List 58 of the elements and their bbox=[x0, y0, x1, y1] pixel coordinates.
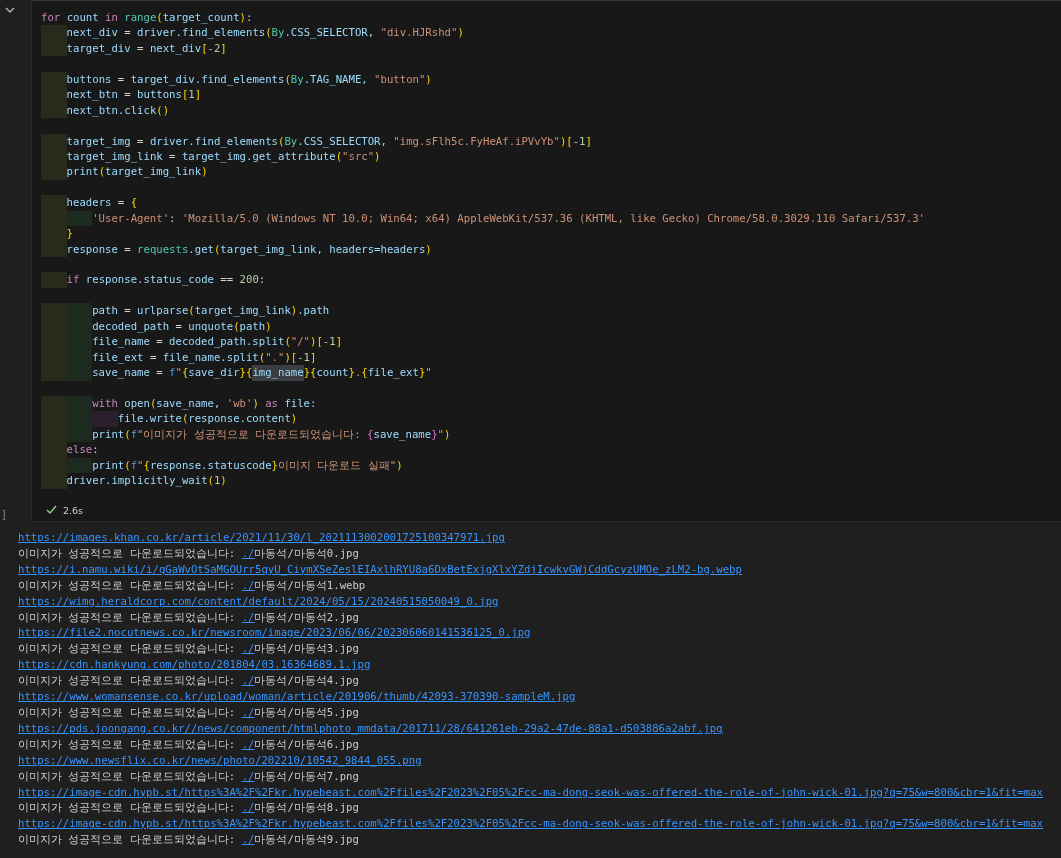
code-line: response = requests.get(target_img_link, headers=headers) bbox=[41, 241, 1061, 257]
output-link[interactable]: https://pds.joongang.co.kr//news/component/htmlphoto_mmdata/201711/28/641261eb-29a2-47de-88a1-d503886a2abf.jpg bbox=[18, 721, 723, 735]
output-link[interactable]: https://images.khan.co.kr/article/2021/11/30/l_2021113002001725100347971.jpg bbox=[18, 531, 505, 544]
code-line: } bbox=[41, 226, 1061, 242]
output-message: 이미지가 성공적으로 다운로드되었습니다: ./마동석/마동석6.jpg bbox=[18, 736, 360, 753]
code-line: next_div = driver.find_elements(By.CSS_SELECTOR, "div.HJRshd") bbox=[41, 25, 1061, 41]
code-line: print(f"{response.statuscode}이미지 다운로드 실패") bbox=[41, 457, 1061, 474]
output-message: 이미지가 성공적으로 다운로드되었습니다: ./마동석/마동석4.jpg bbox=[18, 673, 360, 690]
path-link[interactable]: ./ bbox=[241, 769, 255, 783]
code-line: print(target_img_link) bbox=[41, 164, 1061, 180]
path-link[interactable]: ./ bbox=[241, 833, 255, 847]
code-line: target_img_link = target_img.get_attribute("src") bbox=[41, 148, 1061, 165]
output-message: 이미지가 성공적으로 다운로드되었습니다: ./마동석/마동석9.jpg bbox=[18, 832, 360, 849]
output-message: 이미지가 성공적으로 다운로드되었습니다: ./마동석/마동석8.jpg bbox=[18, 800, 360, 817]
code-line: next_btn.click() bbox=[41, 102, 1061, 119]
output-link[interactable]: https://image-cdn.hypb.st/https%3A%2F%2Fkr.hypebeast.com%2Ffiles%2F2023%2F05%2Fcc-ma-dong-seok-was-offered-the-role-of-john-wick-01.jpg?q=75&w=800&cbr=1&fit=max bbox=[18, 785, 1043, 799]
output-link[interactable]: https://www.womansense.co.kr/upload/woman/article/201906/thumb/42093-370390-sampleM.jpg bbox=[18, 690, 576, 704]
code-line: 'User-Agent': 'Mozilla/5.0 (Windows NT 10.0; Win64; x64) AppleWebKit/537.36 (KHTML, like Gecko) Chrome/58.0.3029.110 Safari/537.3' bbox=[41, 210, 1061, 227]
output-message: 이미지가 성공적으로 다운로드되었습니다: ./마동석/마동석2.jpg bbox=[18, 609, 360, 626]
code-line: file_ext = file_name.split(".")[-1] bbox=[41, 349, 1061, 366]
code-line: file.write(response.content) bbox=[41, 411, 1061, 427]
path-link[interactable]: ./ bbox=[241, 546, 255, 560]
code-line: path = urlparse(target_img_link).path bbox=[41, 303, 1061, 319]
path-link[interactable]: ./ bbox=[241, 674, 255, 688]
output-message: 이미지가 성공적으로 다운로드되었습니다: ./마동석/마동석0.jpg bbox=[18, 545, 360, 562]
code-line: with open(save_name, 'wb') as file: bbox=[41, 395, 1061, 412]
code-line: file_name = decoded_path.split("/")[-1] bbox=[41, 334, 1061, 350]
code-cell[interactable] bbox=[31, 0, 1061, 522]
path-link[interactable]: ./ bbox=[241, 801, 255, 815]
execution-bracket: ] bbox=[0, 509, 8, 522]
output-link[interactable]: https://cdn.hankyung.com/photo/201804/03.16364689.1.jpg bbox=[18, 658, 371, 672]
code-line: print(f"이미지가 성공적으로 다운로드되었습니다: {save_name}") bbox=[41, 426, 1061, 443]
output-link[interactable]: https://image-cdn.hypb.st/https%3A%2F%2Fkr.hypebeast.com%2Ffiles%2F2023%2F05%2Fcc-ma-dong-seok-was-offered-the-role-of-john-wick-01.jpg?q=75&w=800&cbr=1&fit=max bbox=[18, 817, 1043, 831]
code-line: for count in range(target_count): bbox=[41, 10, 254, 26]
path-link[interactable]: ./ bbox=[241, 705, 255, 719]
code-line: target_img = driver.find_elements(By.CSS_SELECTOR, "img.sFlh5c.FyHeAf.iPVvYb")[-1] bbox=[41, 133, 1061, 149]
output-link[interactable]: https://www.newsflix.co.kr/news/photo/202210/10542_9844_055.png bbox=[18, 753, 422, 767]
output-link[interactable]: https://wimg.heraldcorp.com/content/default/2024/05/15/20240515050049_0.jpg bbox=[18, 594, 499, 608]
code-line: driver.implicitly_wait(1) bbox=[41, 473, 1061, 489]
code-line: else: bbox=[41, 442, 1061, 458]
code-line: save_name = f"{save_dir}{img_name}{count}.{file_ext}" bbox=[41, 365, 1061, 381]
output-message: 이미지가 성공적으로 다운로드되었습니다: ./마동석/마동석7.png bbox=[18, 768, 360, 785]
output-message: 이미지가 성공적으로 다운로드되었습니다: ./마동석/마동석1.webp bbox=[18, 577, 367, 594]
code-line: target_div = next_div[-2] bbox=[41, 40, 1061, 57]
code-line: next_btn = buttons[1] bbox=[41, 87, 1061, 103]
output-message: 이미지가 성공적으로 다운로드되었습니다: ./마동석/마동석3.jpg bbox=[18, 641, 360, 658]
output-link[interactable]: https://i.namu.wiki/i/qGaWvOtSaMGOUrr5qyU_CiymXSeZeslEIAxlhRYU8a6DxBetExjgXlxYZdjIcwkvGWjCddGcyzUMOe_zLM2-bg.webp bbox=[18, 562, 742, 576]
path-link[interactable]: ./ bbox=[241, 578, 255, 592]
code-line: buttons = target_div.find_elements(By.TAG_NAME, "button") bbox=[41, 71, 1061, 88]
code-line: headers = { bbox=[41, 195, 1061, 211]
path-link[interactable]: ./ bbox=[241, 737, 255, 751]
output-message: 이미지가 성공적으로 다운로드되었습니다: ./마동석/마동석5.jpg bbox=[18, 704, 360, 721]
code-line: decoded_path = unquote(path) bbox=[41, 318, 1061, 335]
output-link[interactable]: https://file2.nocutnews.co.kr/newsroom/image/2023/06/06/202306060141536125_0.jpg bbox=[18, 626, 531, 640]
code-line: if response.status_code == 200: bbox=[41, 272, 1061, 288]
execution-time: 2.6s bbox=[63, 504, 84, 516]
path-link[interactable]: ./ bbox=[241, 610, 255, 624]
path-link[interactable]: ./ bbox=[241, 642, 255, 656]
